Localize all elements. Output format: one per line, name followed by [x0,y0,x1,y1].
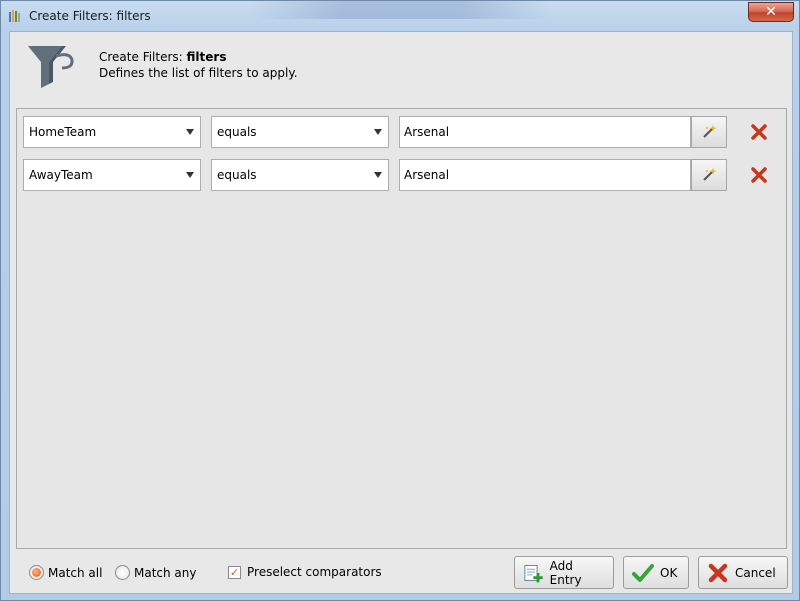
operator-select-value: equals [217,168,257,182]
chevron-down-icon [374,172,382,178]
header-title-prefix: Create Filters: [99,50,187,64]
match-all-label: Match all [48,565,103,580]
app-icon [9,10,20,22]
field-select[interactable]: AwayTeam [23,159,201,191]
title-bar[interactable]: Create Filters: filters ✕ [1,1,799,31]
checkmark-icon [632,563,654,582]
chevron-down-icon [186,129,194,135]
remove-icon [751,167,767,183]
header-title-name: filters [186,50,227,64]
radio-unselected-icon [115,565,130,580]
preselect-comparators-checkbox[interactable]: ✓ Preselect comparators [228,565,382,579]
add-entry-button[interactable]: Add Entry [514,556,614,589]
dialog-window: Create Filters: filters ✕ Create Filters… [0,0,800,601]
chevron-down-icon [186,172,194,178]
background-blur [251,1,551,19]
field-select-value: HomeTeam [29,125,97,139]
dialog-content: Create Filters: filters Defines the list… [9,31,793,594]
remove-filter-button[interactable] [747,163,771,187]
header-panel: Create Filters: filters Defines the list… [10,32,792,108]
close-icon: ✕ [765,4,777,20]
operator-select-value: equals [217,125,257,139]
operator-select[interactable]: equals [211,116,389,148]
cancel-button[interactable]: Cancel [698,556,788,589]
add-entry-label: Add Entry [549,558,582,587]
match-any-label: Match any [134,565,197,580]
chevron-down-icon [374,129,382,135]
value-input[interactable]: Arsenal [399,159,691,191]
magic-wand-icon [703,168,717,181]
value-input[interactable]: Arsenal [399,116,691,148]
cancel-label: Cancel [735,565,776,580]
window-title: Create Filters: filters [29,9,151,23]
dialog-footer: Match all Match any ✓ Preselect comparat… [10,549,792,593]
remove-filter-button[interactable] [747,120,771,144]
header-title: Create Filters: filters [99,50,226,64]
ok-label: OK [660,565,678,580]
ok-button[interactable]: OK [623,556,689,589]
field-select-value: AwayTeam [29,168,93,182]
filter-row: HomeTeam equals Arsenal [17,116,786,150]
preselect-comparators-label: Preselect comparators [247,565,382,579]
magic-wand-icon [703,125,717,138]
filters-list: HomeTeam equals Arsenal AwayTeam equals … [16,108,787,549]
filter-row: AwayTeam equals Arsenal [17,159,786,193]
value-wizard-button[interactable] [691,159,727,191]
cancel-icon [708,563,728,582]
header-description: Defines the list of filters to apply. [99,66,298,80]
funnel-icon [28,46,74,88]
radio-selected-icon [29,565,44,580]
checkmark-icon: ✓ [228,565,241,579]
remove-icon [751,124,767,140]
match-any-radio[interactable]: Match any [115,565,197,580]
value-wizard-button[interactable] [691,116,727,148]
field-select[interactable]: HomeTeam [23,116,201,148]
operator-select[interactable]: equals [211,159,389,191]
add-entry-icon [524,564,543,582]
window-close-button[interactable]: ✕ [748,2,794,22]
match-all-radio[interactable]: Match all [29,565,102,580]
